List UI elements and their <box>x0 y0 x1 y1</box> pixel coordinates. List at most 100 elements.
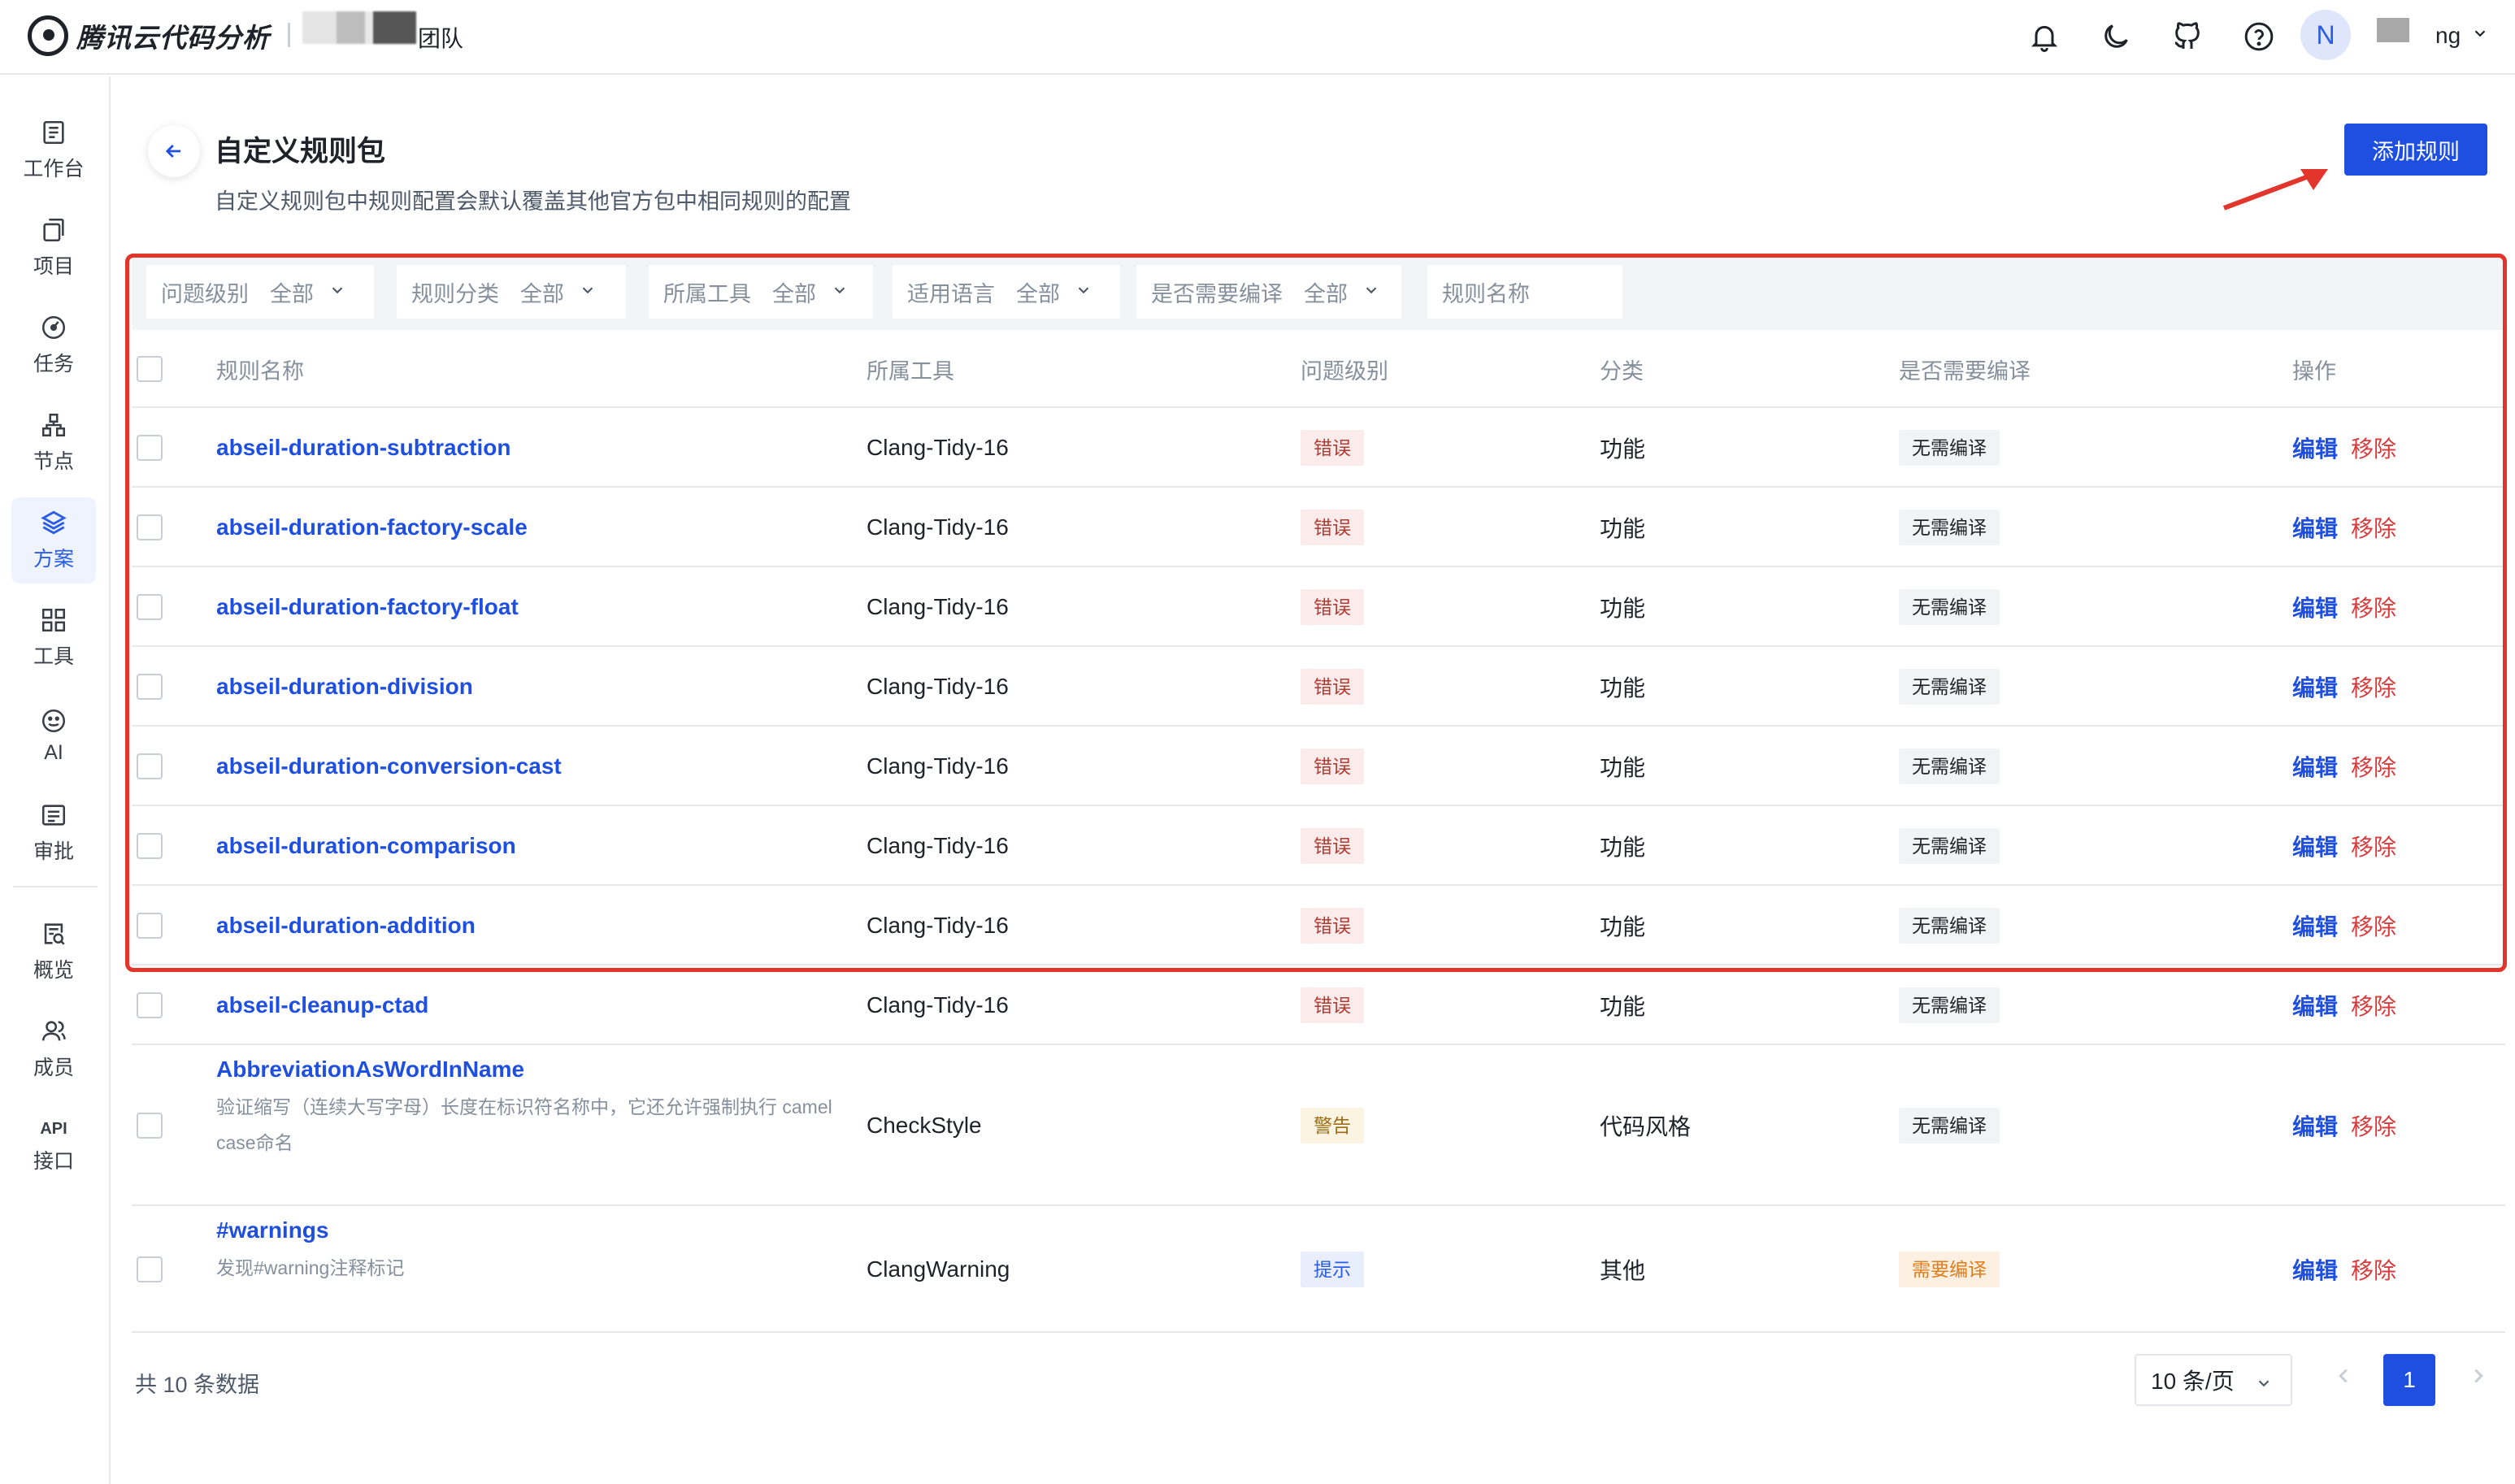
filter-value: 全部 <box>772 281 816 306</box>
filter-label: 问题级别 <box>161 281 249 306</box>
sidebar-item-tools[interactable]: 工具 <box>11 595 96 681</box>
task-icon <box>41 315 66 340</box>
edit-rule-link[interactable]: 编辑 <box>2292 670 2338 703</box>
edit-rule-link[interactable]: 编辑 <box>2292 591 2338 623</box>
rule-name-link[interactable]: abseil-duration-factory-scale <box>216 514 528 540</box>
github-icon[interactable] <box>2169 18 2206 55</box>
row-checkbox[interactable] <box>137 753 163 779</box>
total-count: 共 10 条数据 <box>135 1373 260 1397</box>
table-row: abseil-duration-subtraction Clang-Tidy-16… <box>132 408 2505 488</box>
filter-language[interactable]: 适用语言 全部 <box>893 265 1120 319</box>
rule-name-link[interactable]: abseil-duration-addition <box>216 913 476 939</box>
page-1-button[interactable]: 1 <box>2383 1354 2435 1406</box>
filter-label: 是否需要编译 <box>1151 281 1283 306</box>
row-checkbox[interactable] <box>137 594 163 620</box>
row-checkbox[interactable] <box>137 514 163 540</box>
sidebar-item-scheme[interactable]: 方案 <box>11 497 96 584</box>
sidebar-item-overview[interactable]: 概览 <box>11 909 96 995</box>
remove-rule-link[interactable]: 移除 <box>2351 511 2396 544</box>
edit-rule-link[interactable]: 编辑 <box>2292 432 2338 464</box>
sidebar-item-ai[interactable]: AI <box>11 692 96 779</box>
row-checkbox[interactable] <box>137 913 163 939</box>
bell-icon[interactable] <box>2026 18 2063 55</box>
row-checkbox[interactable] <box>137 1113 163 1139</box>
compile-tag: 无需编译 <box>1899 987 2000 1023</box>
filter-label: 所属工具 <box>663 281 751 306</box>
remove-rule-link[interactable]: 移除 <box>2351 1109 2396 1142</box>
edit-rule-link[interactable]: 编辑 <box>2292 989 2338 1022</box>
prev-page-button[interactable] <box>2331 1364 2356 1392</box>
edit-rule-link[interactable]: 编辑 <box>2292 830 2338 862</box>
compile-tag: 无需编译 <box>1899 749 2000 784</box>
level-tag: 错误 <box>1301 510 1364 545</box>
rule-name-link[interactable]: abseil-duration-division <box>216 674 473 700</box>
level-tag: 错误 <box>1301 589 1364 625</box>
row-checkbox[interactable] <box>137 992 163 1018</box>
edit-rule-link[interactable]: 编辑 <box>2292 1109 2338 1142</box>
top-bar: 腾讯云代码分析 团队 N ng <box>0 0 2515 75</box>
filter-tool[interactable]: 所属工具 全部 <box>649 265 873 319</box>
remove-rule-link[interactable]: 移除 <box>2351 432 2396 464</box>
next-page-button[interactable] <box>2466 1364 2491 1392</box>
logo-icon <box>28 15 68 56</box>
rule-name-link[interactable]: abseil-duration-conversion-cast <box>216 753 562 779</box>
user-name[interactable]: ng <box>2435 23 2461 49</box>
remove-rule-link[interactable]: 移除 <box>2351 750 2396 783</box>
moon-icon[interactable] <box>2097 18 2135 55</box>
user-name-redacted <box>2377 18 2409 42</box>
rule-name-link[interactable]: abseil-duration-subtraction <box>216 435 510 461</box>
page-size-select[interactable]: 10 条/页 <box>2135 1354 2292 1406</box>
sidebar-item-members[interactable]: 成员 <box>11 1006 96 1092</box>
edit-rule-link[interactable]: 编辑 <box>2292 750 2338 783</box>
rule-name-link[interactable]: AbbreviationAsWordInName <box>216 1057 524 1083</box>
chevron-left-icon <box>2339 1369 2348 1383</box>
sidebar-item-project[interactable]: 项目 <box>11 205 96 291</box>
edit-rule-link[interactable]: 编辑 <box>2292 1253 2338 1286</box>
logo[interactable]: 腾讯云代码分析 <box>28 15 270 57</box>
add-rule-button[interactable]: 添加规则 <box>2344 124 2487 176</box>
column-header: 是否需要编译 <box>1899 358 2031 384</box>
select-all-checkbox[interactable] <box>137 356 163 382</box>
filter-rule-category[interactable]: 规则分类 全部 <box>397 265 626 319</box>
divider <box>288 23 290 47</box>
category: 功能 <box>1600 596 1646 621</box>
rule-name-link[interactable]: abseil-duration-factory-float <box>216 594 519 620</box>
help-icon[interactable] <box>2240 18 2278 55</box>
filter-issue-level[interactable]: 问题级别 全部 <box>146 265 374 319</box>
edit-rule-link[interactable]: 编辑 <box>2292 909 2338 942</box>
sidebar-item-label: 接口 <box>33 1149 74 1173</box>
sidebar-item-approval[interactable]: 审批 <box>11 790 96 876</box>
row-checkbox[interactable] <box>137 1256 163 1282</box>
node-icon <box>41 413 66 437</box>
tool-name: Clang-Tidy-16 <box>867 992 1009 1018</box>
row-checkbox[interactable] <box>137 674 163 700</box>
remove-rule-link[interactable]: 移除 <box>2351 1253 2396 1286</box>
remove-rule-link[interactable]: 移除 <box>2351 670 2396 703</box>
rule-name-link[interactable]: abseil-duration-comparison <box>216 833 516 859</box>
row-checkbox[interactable] <box>137 435 163 461</box>
sidebar-item-task[interactable]: 任务 <box>11 302 96 388</box>
row-checkbox[interactable] <box>137 833 163 859</box>
sidebar-item-workbench[interactable]: 工作台 <box>11 107 96 193</box>
back-button[interactable] <box>148 125 200 177</box>
remove-rule-link[interactable]: 移除 <box>2351 989 2396 1022</box>
remove-rule-link[interactable]: 移除 <box>2351 830 2396 862</box>
filter-compile[interactable]: 是否需要编译 全部 <box>1136 265 1401 319</box>
sidebar-item-node[interactable]: 节点 <box>11 400 96 486</box>
remove-rule-link[interactable]: 移除 <box>2351 909 2396 942</box>
rule-name-search-input[interactable]: 规则名称 <box>1427 265 1622 319</box>
sidebar-item-api[interactable]: API 接口 <box>11 1104 96 1190</box>
compile-tag: 无需编译 <box>1899 589 2000 625</box>
avatar[interactable]: N <box>2300 10 2351 60</box>
remove-rule-link[interactable]: 移除 <box>2351 591 2396 623</box>
rule-name-link[interactable]: #warnings <box>216 1217 328 1243</box>
chevron-down-icon[interactable] <box>2471 24 2489 46</box>
chevron-right-icon <box>2474 1369 2483 1383</box>
rule-name-link[interactable]: abseil-cleanup-ctad <box>216 992 428 1018</box>
sidebar-item-label: 项目 <box>33 255 74 278</box>
team-name[interactable]: 团队 <box>418 21 463 54</box>
edit-rule-link[interactable]: 编辑 <box>2292 511 2338 544</box>
compile-tag: 无需编译 <box>1899 669 2000 705</box>
table-row: #warnings 发现#warning注释标记 ClangWarning 提示 其他 需… <box>132 1206 2505 1333</box>
project-icon <box>43 218 64 242</box>
